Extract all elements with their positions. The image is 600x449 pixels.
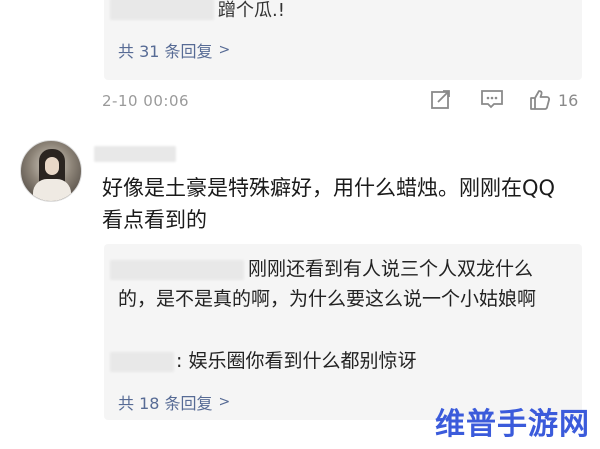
blurred-username[interactable] [94, 146, 176, 162]
reply-count-label: 共 18 条回复 [118, 394, 213, 413]
reply-count-label: 共 31 条回复 [118, 42, 213, 61]
like-button[interactable]: 16 [528, 88, 578, 112]
timestamp: 2-10 00:06 [102, 92, 190, 110]
view-replies-link[interactable]: 共 18 条回复 > [118, 390, 230, 414]
reply-text: : 娱乐圈你看到什么都别惊讶 [176, 350, 417, 372]
blurred-username [110, 0, 214, 20]
comment-icon [481, 90, 503, 109]
avatar-body [33, 179, 71, 201]
blurred-username [110, 352, 174, 372]
comment-text: 好像是土豪是特殊癖好，用什么蜡烛。刚刚在QQ看点看到的 [102, 176, 556, 232]
avatar-face [45, 157, 59, 175]
reply-box: 刚刚还看到有人说三个人双龙什么的，是不是真的啊，为什么要这么说一个小姑娘啊 : … [104, 244, 582, 420]
chevron-right-icon: > [218, 42, 231, 58]
share-button[interactable] [430, 88, 452, 110]
comment-meta-row: 2-10 00:06 16 [102, 86, 582, 116]
watermark: 维普手游网 [435, 407, 590, 442]
reply-box: 蹭个瓜.! 共 31 条回复 > [104, 0, 582, 80]
view-replies-link[interactable]: 共 31 条回复 > [118, 38, 230, 62]
share-icon [431, 90, 450, 109]
comment-thread: 蹭个瓜.! 共 31 条回复 > 2-10 00:06 16 好像是土豪是特殊癖… [0, 0, 600, 449]
reply-text: 蹭个瓜.! [218, 0, 285, 21]
reply-button[interactable] [480, 88, 504, 110]
chevron-right-icon: > [218, 394, 231, 410]
avatar[interactable] [20, 140, 82, 202]
reply-text: 刚刚还看到有人说三个人双龙什么的，是不是真的啊，为什么要这么说一个小姑娘啊 [118, 258, 537, 310]
thumbs-up-icon [530, 90, 551, 110]
like-count: 16 [558, 90, 579, 110]
